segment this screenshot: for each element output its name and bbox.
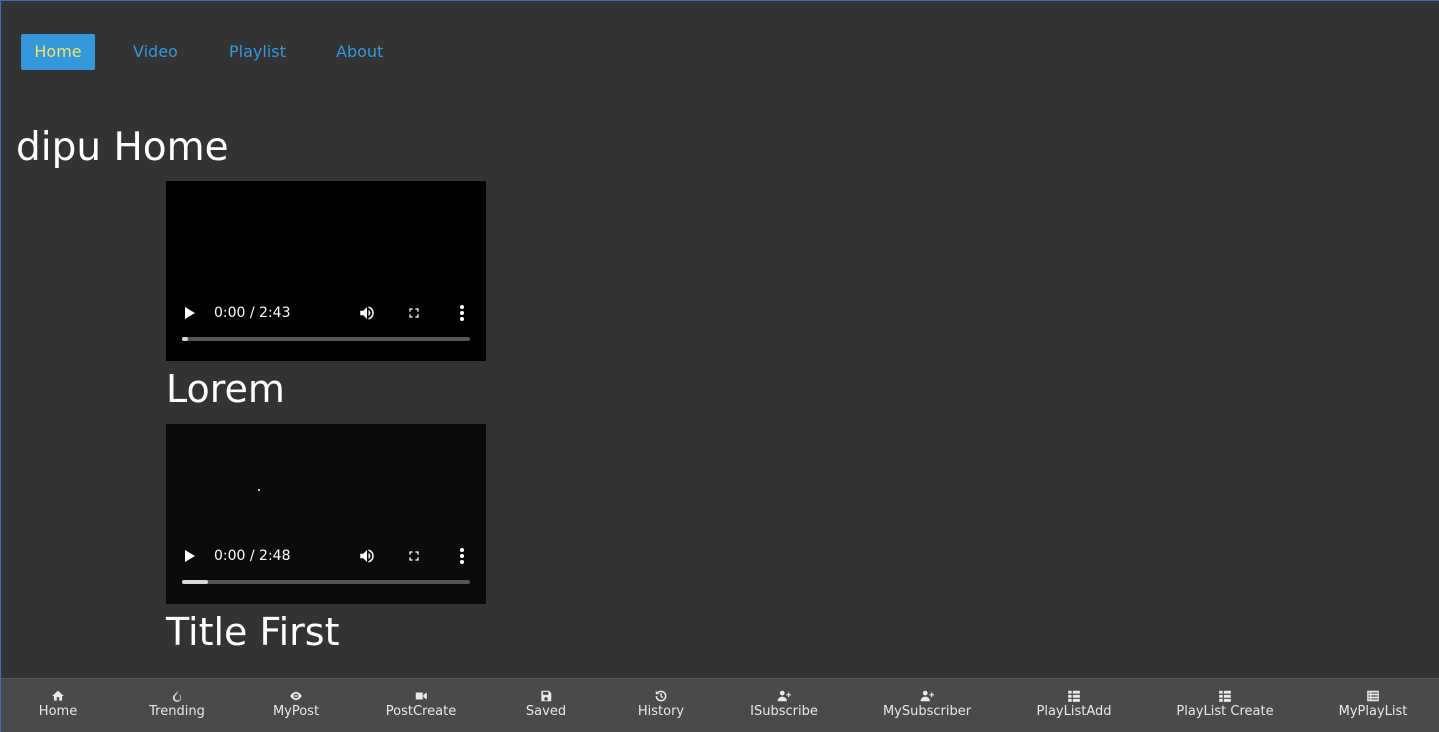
more-options-icon[interactable] — [458, 304, 466, 322]
list-alt-icon — [1367, 690, 1379, 702]
fullscreen-icon[interactable] — [406, 548, 422, 564]
bottom-nav-label: Home — [38, 704, 78, 719]
nav-playlist-link[interactable]: Playlist — [229, 34, 286, 70]
bottom-nav-home[interactable]: Home — [18, 679, 98, 732]
user-plus-icon — [920, 690, 934, 702]
play-icon[interactable] — [185, 307, 195, 319]
history-icon — [655, 690, 667, 702]
video-camera-icon — [415, 692, 427, 700]
bottom-nav-postcreate[interactable]: PostCreate — [381, 679, 461, 732]
bottom-nav-label: MyPlayList — [1338, 704, 1408, 719]
nav-about-link[interactable]: About — [336, 34, 383, 70]
bottom-nav-mysubscriber[interactable]: MySubscriber — [883, 679, 971, 732]
page-title: dipu Home — [16, 125, 229, 170]
bottom-nav-history[interactable]: History — [621, 679, 701, 732]
video-time: 0:00 / 2:43 — [214, 305, 291, 321]
video-title: Title First — [166, 610, 340, 654]
list-icon — [1068, 690, 1080, 702]
bottom-nav-isubscribe[interactable]: ISubscribe — [744, 679, 824, 732]
bottom-nav-saved[interactable]: Saved — [506, 679, 586, 732]
bottom-nav-trending[interactable]: Trending — [137, 679, 217, 732]
play-icon[interactable] — [185, 550, 195, 562]
list-icon — [1219, 690, 1231, 702]
bottom-nav-label: ISubscribe — [750, 704, 818, 719]
user-plus-icon — [777, 690, 791, 702]
bottom-nav-playlistadd[interactable]: PlayListAdd — [1034, 679, 1114, 732]
bottom-nav-label: Saved — [525, 704, 567, 719]
save-icon — [541, 690, 552, 702]
video-player[interactable]: 0:00 / 2:43 — [166, 181, 486, 361]
bottom-nav-label: MyPost — [272, 704, 320, 719]
eye-icon — [290, 691, 302, 701]
video-frame-speck — [258, 489, 260, 491]
bottom-nav-label: PlayListAdd — [1036, 704, 1112, 719]
volume-icon[interactable] — [358, 304, 376, 322]
video-time: 0:00 / 2:48 — [214, 548, 291, 564]
video-controls: 0:00 / 2:43 — [166, 299, 486, 329]
nav-home-link[interactable]: Home — [21, 34, 95, 70]
bottom-nav-label: PostCreate — [385, 704, 457, 719]
video-controls: 0:00 / 2:48 — [166, 542, 486, 572]
more-options-icon[interactable] — [458, 547, 466, 565]
video-player[interactable]: 0:00 / 2:48 — [166, 424, 486, 604]
video-title: Lorem — [166, 367, 285, 411]
bottom-nav-label: Trending — [149, 704, 205, 719]
volume-icon[interactable] — [358, 547, 376, 565]
bottom-nav-mypost[interactable]: MyPost — [256, 679, 336, 732]
bottom-nav-bar: Home Trending MyPost PostCreate Saved Hi… — [1, 678, 1439, 732]
fire-icon — [172, 690, 182, 702]
home-icon — [52, 690, 64, 701]
video-progress-fill — [182, 337, 188, 341]
bottom-nav-label: PlayList Create — [1176, 704, 1274, 719]
bottom-nav-myplaylist[interactable]: MyPlayList — [1333, 679, 1413, 732]
bottom-nav-label: History — [637, 704, 685, 719]
bottom-nav-label: MySubscriber — [882, 704, 972, 719]
video-progress-bar[interactable] — [182, 580, 470, 584]
video-progress-bar[interactable] — [182, 337, 470, 341]
bottom-nav-playlist-create[interactable]: PlayList Create — [1176, 679, 1274, 732]
fullscreen-icon[interactable] — [406, 305, 422, 321]
video-progress-fill — [182, 580, 208, 584]
nav-video-link[interactable]: Video — [133, 34, 178, 70]
